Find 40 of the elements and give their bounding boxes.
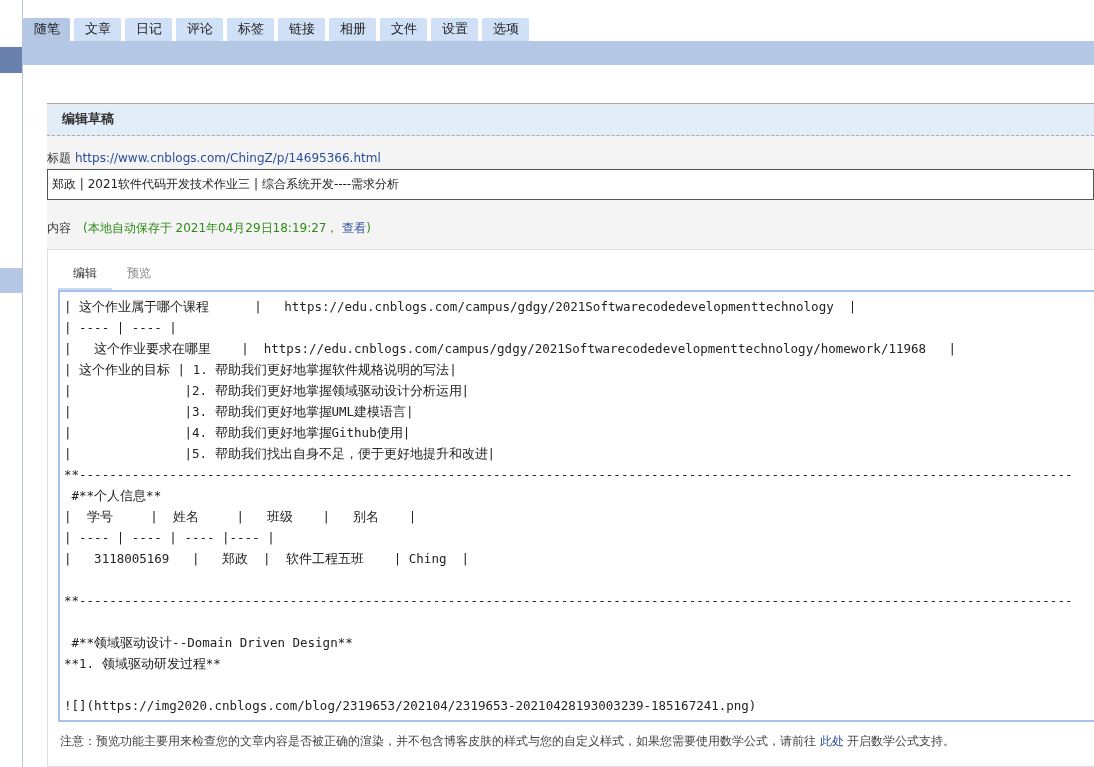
code-line: | 学号 | 姓名 | 班级 | 别名 | (64, 508, 418, 526)
editor-tab[interactable]: 预览 (112, 260, 166, 290)
field-label: 标题 (47, 150, 71, 167)
code-line: | 这个作业的目标 | 1. 帮助我们更好地掌握软件规格说明的写法| (64, 361, 458, 379)
code-line: **------------------------------------------------------------------------------------------------------------------------------------ (64, 466, 1074, 484)
code-line: | 3118005169 | 郑政 | 软件工程五班 | Ching | (64, 550, 471, 568)
title-field[interactable]: 郑政 | 2021软件代码开发技术作业三 | 综合系统开发----需求分析 (47, 169, 1094, 200)
code-line: | 这个作业要求在哪里 | https://edu.cnblogs.com/campus/gdgy/2021Softwarecodedevelopmenttechnology/homework/11968 | (64, 340, 958, 358)
code-line: | |5. 帮助我们找出自身不足，便于更好地提升和改进| (64, 445, 497, 463)
nav-tab[interactable]: 文章 (74, 18, 121, 41)
editor-tab[interactable]: 编辑 (58, 260, 112, 290)
side-block (0, 47, 22, 73)
nav-tab[interactable]: 标签 (227, 18, 274, 41)
code-line: | 这个作业属于哪个课程 | https://edu.cnblogs.com/campus/gdgy/2021Softwarecodedevelopmenttechnology | (64, 298, 858, 316)
markdown-editor[interactable] (58, 290, 1094, 722)
section-title: 编辑草稿 (47, 103, 1094, 136)
view-link[interactable]: 查看 (342, 221, 367, 235)
nav-tab[interactable]: 文件 (380, 18, 427, 41)
code-line: | ---- | ---- | ---- |---- | (64, 529, 276, 547)
preview-note: 注意：预览功能主要用来检查您的文章内容是否被正确的渲染，并不包含博客皮肤的样式与您的自定义样式，如果您需要使用数学公式，请前往 此处 开启数学公式支持。 (59, 734, 957, 749)
nav-tab[interactable]: 相册 (329, 18, 376, 41)
code-line: #**个人信息** (70, 487, 163, 505)
field-label: 内容 (47, 220, 71, 237)
nav-tab[interactable]: 评论 (176, 18, 223, 41)
nav-tab[interactable]: 随笔 (23, 18, 70, 41)
settings-link[interactable]: 此处 (819, 734, 844, 748)
autosave-text: (本地自动保存于 2021年04月29日18:19:27， 查看) (83, 220, 371, 237)
code-line: | |3. 帮助我们更好地掌握UML建模语言| (64, 403, 415, 421)
code-line: #**领域驱动设计--Domain Driven Design** (70, 634, 354, 652)
post-link[interactable]: https://www.cnblogs.com/ChingZ/p/14695366.html (75, 151, 381, 165)
code-line: | |4. 帮助我们更好地掌握Github使用| (64, 424, 412, 442)
code-line: **------------------------------------------------------------------------------------------------------------------------------------ (64, 592, 1074, 610)
nav-tab[interactable]: 日记 (125, 18, 172, 41)
code-line: | ---- | ---- | (64, 319, 178, 337)
code-line: | |2. 帮助我们更好地掌握领域驱动设计分析运用| (64, 382, 471, 400)
code-line: **1. 领域驱动研发过程** (64, 655, 222, 673)
nav-tab[interactable]: 设置 (431, 18, 478, 41)
nav-tab[interactable]: 链接 (278, 18, 325, 41)
code-line: ![](https://img2020.cnblogs.com/blog/2319653/202104/2319653-20210428193003239-185167241.png) (64, 697, 758, 715)
nav-tab[interactable]: 选项 (482, 18, 529, 41)
